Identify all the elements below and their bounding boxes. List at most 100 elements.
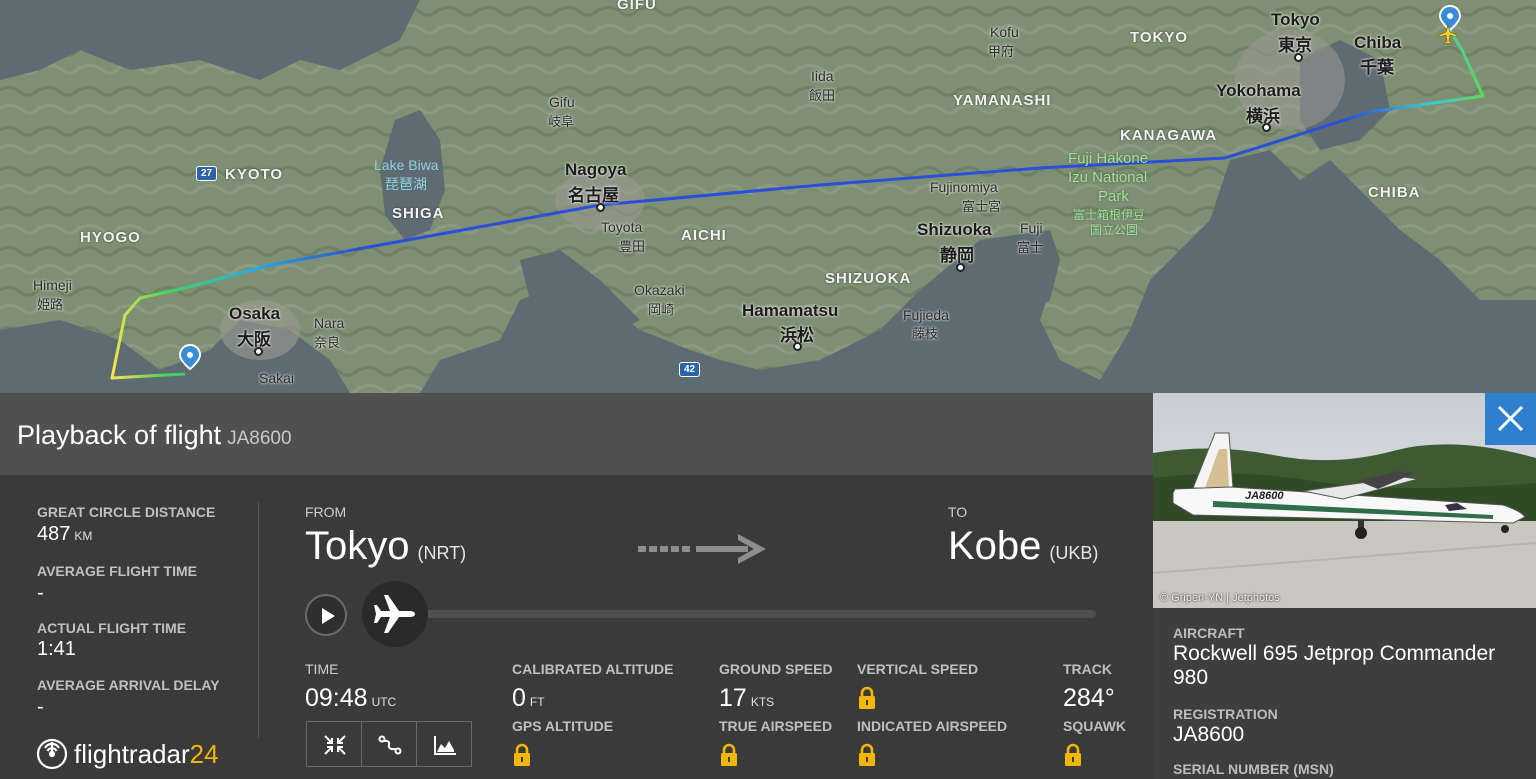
lock-icon[interactable] xyxy=(1063,743,1083,767)
map-label-shizuoka-kanji: 静岡 xyxy=(940,246,974,265)
map-label-chiba: Chiba xyxy=(1354,33,1402,52)
column-divider xyxy=(258,502,259,738)
map-label-pref-chiba: CHIBA xyxy=(1368,184,1421,201)
squawk-label: SQUAWK xyxy=(1063,718,1126,734)
map-label-fuji: Fuji xyxy=(1020,220,1043,236)
map-label-osaka: Osaka xyxy=(229,304,281,323)
calibrated-altitude-value: 0 FT xyxy=(512,684,545,713)
ground-speed-number: 17 xyxy=(719,684,747,712)
avg-arrival-delay-label: AVERAGE ARRIVAL DELAY xyxy=(37,677,220,693)
map-label-nagoya-kanji: 名古屋 xyxy=(568,186,619,205)
close-button[interactable] xyxy=(1485,393,1536,445)
to-airport-code: (UKB) xyxy=(1049,543,1099,563)
flight-playback-screen: GIFU Tokyo 東京 Chiba 千葉 Yokohama 横浜 Kofu … xyxy=(0,0,1536,779)
map-label-sakai: Sakai xyxy=(259,370,295,386)
map-label-pref-hyogo: HYOGO xyxy=(80,229,141,246)
from-city[interactable]: Tokyo (NRT) xyxy=(305,524,466,569)
chart-icon xyxy=(434,736,456,755)
map-label-park-3: Park xyxy=(1098,188,1129,205)
photo-credit[interactable]: © Gripen-YN | Jetphotos xyxy=(1160,592,1280,604)
map-label-tokyo: Tokyo xyxy=(1271,10,1320,29)
flightradar24-logo[interactable]: flightradar24 xyxy=(36,737,219,771)
map-label-pref-kyoto: KYOTO xyxy=(225,166,284,183)
time-label: TIME xyxy=(305,661,339,677)
route-button[interactable] xyxy=(361,721,417,767)
map-view[interactable]: GIFU Tokyo 東京 Chiba 千葉 Yokohama 横浜 Kofu … xyxy=(0,0,1536,393)
track-label: TRACK xyxy=(1063,661,1112,677)
panel-title-registration: JA8600 xyxy=(227,428,292,449)
map-city-dot xyxy=(1294,53,1303,62)
map-city-dot xyxy=(596,203,605,212)
map-label-lake-biwa: Lake Biwa xyxy=(374,157,439,173)
brand-text-b: 24 xyxy=(189,738,219,769)
map-label-iida: Iida xyxy=(811,68,834,84)
map-label-pref-yamanashi: YAMANASHI xyxy=(953,92,1052,109)
timeline-handle[interactable] xyxy=(362,581,428,647)
map-label-osaka-kanji: 大阪 xyxy=(237,330,271,349)
playback-timeline-slider[interactable] xyxy=(420,610,1096,618)
fit-view-button[interactable] xyxy=(306,721,362,767)
map-label-pref-tokyo: TOKYO xyxy=(1130,29,1189,46)
map-label-fujieda: Fujieda xyxy=(903,307,949,323)
actual-flight-time-value: 1:41 xyxy=(37,638,76,660)
great-circle-number: 487 xyxy=(37,523,71,545)
map-label-fujinomiya-kanji: 富士宮 xyxy=(962,199,1002,214)
avg-flight-time-value: - xyxy=(37,582,44,604)
aircraft-photo[interactable]: JA8600 xyxy=(1153,393,1536,608)
to-city[interactable]: Kobe (UKB) xyxy=(948,524,1098,569)
aircraft-photo-image: JA8600 xyxy=(1153,393,1536,608)
map-label-himeji: Himeji xyxy=(33,277,72,293)
registration-label: REGISTRATION xyxy=(1173,706,1278,722)
radar-icon xyxy=(36,738,68,770)
calibrated-altitude-unit: FT xyxy=(529,695,545,709)
map-label-iida-kanji: 飯田 xyxy=(809,88,836,103)
map-city-dot xyxy=(956,263,965,272)
map-label-nara-kanji: 奈良 xyxy=(314,335,341,350)
time-unit: UTC xyxy=(371,695,397,709)
play-button[interactable] xyxy=(305,594,347,636)
indicated-airspeed-label: INDICATED AIRSPEED xyxy=(857,718,1008,734)
map-label-pref-shizuoka: SHIZUOKA xyxy=(825,270,912,287)
vertical-speed-label: VERTICAL SPEED xyxy=(857,661,979,677)
map-label-park-kanji-2: 国立公園 xyxy=(1090,223,1139,237)
lock-icon[interactable] xyxy=(857,686,877,710)
registration-value: JA8600 xyxy=(1173,723,1245,746)
avg-arrival-delay-value: - xyxy=(37,696,44,718)
to-city-name: Kobe xyxy=(948,524,1042,568)
track-value: 284° xyxy=(1063,684,1115,712)
time-value: 09:48 UTC xyxy=(305,684,396,713)
map-label-pref-kanagawa: KANAGAWA xyxy=(1120,127,1218,144)
from-label: FROM xyxy=(305,504,347,520)
chart-button[interactable] xyxy=(416,721,472,767)
map-label-park-2: Izu National xyxy=(1068,169,1148,186)
great-circle-label: GREAT CIRCLE DISTANCE xyxy=(37,504,216,520)
to-label: TO xyxy=(948,504,968,520)
map-label-nagoya: Nagoya xyxy=(565,160,627,179)
map-label-fuji-kanji: 富士 xyxy=(1017,240,1044,255)
panel-title-text: Playback of flight xyxy=(17,420,222,450)
map-city-dot xyxy=(1262,123,1271,132)
close-icon xyxy=(1497,405,1524,432)
map-label-fujinomiya: Fujinomiya xyxy=(930,179,998,195)
aircraft-type-value: Rockwell 695 Jetprop Commander 980 xyxy=(1173,642,1496,689)
map-label-tokyo-kanji: 東京 xyxy=(1278,36,1312,55)
map-label-lake-biwa-kanji: 琵琶湖 xyxy=(385,176,427,192)
map-label-hamamatsu: Hamamatsu xyxy=(742,301,839,320)
from-airport-code: (NRT) xyxy=(417,543,467,563)
lock-icon[interactable] xyxy=(857,743,877,767)
lock-icon[interactable] xyxy=(512,743,532,767)
time-number: 09:48 xyxy=(305,684,368,712)
map-label-shizuoka: Shizuoka xyxy=(917,220,992,239)
map-label-park-1: Fuji Hakone xyxy=(1068,150,1149,167)
map-label-himeji-kanji: 姫路 xyxy=(37,297,64,312)
road-shield-42: 42 xyxy=(679,362,701,377)
map-label-gifu: Gifu xyxy=(549,94,575,110)
true-airspeed-label: TRUE AIRSPEED xyxy=(719,718,833,734)
map-label-fujieda-kanji: 藤枝 xyxy=(912,326,939,341)
map-city-dot xyxy=(254,347,263,356)
page-title: Playback of flight JA8600 xyxy=(17,420,292,451)
lock-icon[interactable] xyxy=(719,743,739,767)
map-label-gifu-kanji: 岐阜 xyxy=(548,114,575,129)
great-circle-unit: KM xyxy=(74,529,93,543)
map-terrain xyxy=(0,0,1536,393)
